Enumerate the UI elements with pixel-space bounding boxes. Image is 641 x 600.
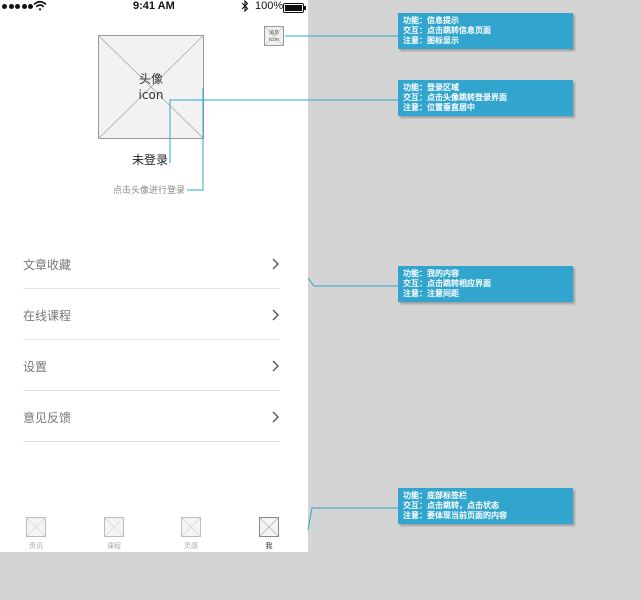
annotation-line: 交互：点击跳转，点击状态 (403, 501, 499, 510)
annotation-line: 交互：点击跳转信息页面 (403, 26, 491, 35)
annotation-line: 注意：位置垂直居中 (403, 103, 475, 112)
me-tab-icon (259, 517, 279, 537)
menu-item-label: 在线课程 (23, 309, 72, 323)
login-hint: 点击头像进行登录 (112, 186, 185, 196)
inspiration-tab-icon (181, 517, 201, 537)
bottom-tab-bar: 资讯 课程 灵感 我 (0, 512, 308, 552)
signal-icon (2, 4, 33, 9)
chevron-right-icon (272, 360, 279, 372)
annotation-line: 功能：信息提示 (403, 16, 459, 25)
menu-item-feedback[interactable]: 意见反馈 (23, 391, 280, 442)
avatar-label-2: icon (138, 88, 164, 102)
status-time: 9:41 AM (133, 0, 175, 12)
annotation-line: 注意：注意间距 (403, 289, 459, 298)
tab-label: 资讯 (29, 542, 43, 550)
annotation-message-icon: 功能：信息提示 交互：点击跳转信息页面 注意：图标显示 (398, 13, 573, 49)
message-icon[interactable]: 消息 icon (264, 26, 284, 46)
avatar-label-1: 头像 (138, 72, 163, 86)
phone-screen: 9:41 AM 100% 消息 icon 头像 icon 未登录 点击头像进行登… (0, 0, 308, 552)
message-icon-label-2: icon (268, 37, 280, 43)
menu-item-settings[interactable]: 设置 (23, 340, 280, 391)
tab-label: 我 (265, 542, 273, 550)
annotation-login-area: 功能：登录区域 交互：点击头像跳转登录界面 注意：位置垂直居中 (398, 80, 573, 116)
battery-percent: 100% (255, 0, 284, 12)
annotation-line: 注意：图标显示 (403, 36, 459, 45)
menu-item-label: 设置 (23, 360, 48, 374)
menu-item-label: 文章收藏 (23, 258, 72, 272)
tab-label: 灵感 (184, 542, 198, 550)
courses-tab-icon (104, 517, 124, 537)
status-bar: 9:41 AM 100% (0, 0, 308, 13)
message-icon-label-1: 消息 (268, 30, 279, 36)
annotation-line: 功能：我的内容 (403, 269, 459, 278)
tab-label: 课程 (107, 542, 121, 550)
tab-courses[interactable]: 课程 (94, 512, 134, 552)
annotation-line: 交互：点击头像跳转登录界面 (403, 93, 507, 102)
annotation-my-content: 功能：我的内容 交互：点击跳转相应界面 注意：注意间距 (398, 266, 573, 302)
chevron-right-icon (272, 411, 279, 423)
tab-me[interactable]: 我 (249, 512, 289, 552)
chevron-right-icon (272, 309, 279, 321)
annotation-line: 功能：底部标签栏 (403, 491, 467, 500)
annotation-line: 交互：点击跳转相应界面 (403, 279, 491, 288)
tab-news[interactable]: 资讯 (16, 512, 56, 552)
my-content-menu: 文章收藏 在线课程 设置 意见反馈 (23, 238, 280, 442)
login-status: 未登录 (131, 153, 168, 167)
annotation-tab-bar: 功能：底部标签栏 交互：点击跳转，点击状态 注意：要体现当前页面的内容 (398, 488, 573, 524)
chevron-right-icon (272, 258, 279, 270)
menu-item-label: 意见反馈 (23, 411, 72, 425)
avatar-placeholder-icon (99, 36, 203, 138)
menu-item-favorites[interactable]: 文章收藏 (23, 238, 280, 289)
bluetooth-icon (241, 0, 249, 12)
news-tab-icon (26, 517, 46, 537)
wifi-icon (33, 0, 47, 11)
annotation-line: 注意：要体现当前页面的内容 (403, 511, 507, 520)
tab-inspiration[interactable]: 灵感 (171, 512, 211, 552)
menu-item-courses[interactable]: 在线课程 (23, 289, 280, 340)
annotation-line: 功能：登录区域 (403, 83, 459, 92)
battery-icon (283, 3, 306, 13)
avatar-button[interactable]: 头像 icon (98, 35, 204, 139)
